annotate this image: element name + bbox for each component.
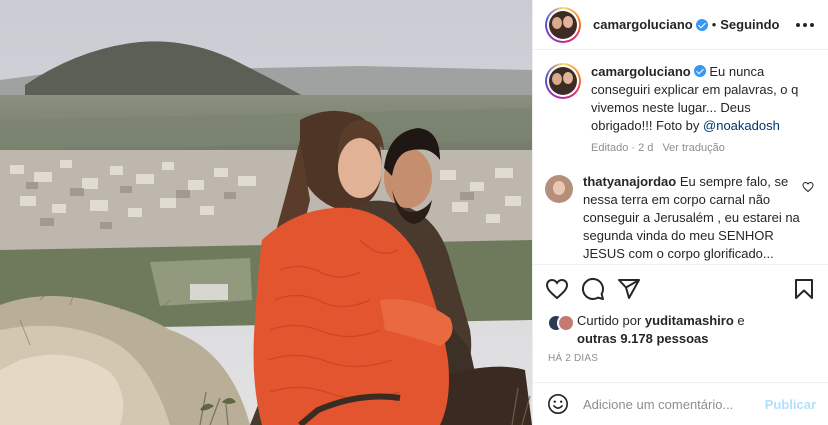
- add-comment-bar: Publicar: [533, 382, 828, 425]
- header-separator: •: [711, 17, 717, 32]
- likes-others-link[interactable]: outras 9.178 pessoas: [577, 331, 709, 346]
- commenter-avatar[interactable]: [545, 175, 573, 203]
- following-button[interactable]: Seguindo: [720, 17, 779, 32]
- comment-icon[interactable]: [581, 277, 605, 301]
- post-timestamp[interactable]: HÁ 2 DIAS: [548, 353, 598, 364]
- header-user-info: camargoluciano • Seguindo: [593, 17, 779, 32]
- caption: camargoluciano Eu nunca conseguiri expli…: [545, 63, 814, 157]
- liker-avatars: [547, 314, 577, 334]
- comments-section[interactable]: camargoluciano Eu nunca conseguiri expli…: [533, 51, 828, 264]
- verified-badge-icon: [693, 65, 706, 77]
- avatar-image: [549, 67, 577, 95]
- instagram-post: camargoluciano • Seguindo camargoluciano: [0, 0, 828, 425]
- likes-suffix: e: [733, 313, 745, 328]
- emoji-icon[interactable]: [547, 393, 569, 415]
- caption-edited: Editado · 2 d: [591, 142, 654, 154]
- share-icon[interactable]: [617, 277, 641, 301]
- header-avatar[interactable]: [545, 6, 581, 43]
- comment-like-heart-icon[interactable]: [802, 181, 814, 193]
- see-translation-link[interactable]: Ver tradução: [662, 142, 724, 154]
- likes-text: Curtido por yuditamashiro e outras 9.178…: [577, 312, 745, 348]
- caption-mention-link[interactable]: @noakadosh: [703, 118, 780, 133]
- post-side-panel: camargoluciano • Seguindo camargoluciano: [532, 0, 828, 425]
- likes-prefix: Curtido por: [577, 313, 645, 328]
- more-options-icon[interactable]: [796, 22, 814, 27]
- bookmark-icon[interactable]: [792, 277, 816, 301]
- avatar-image: [549, 10, 577, 39]
- liker-avatar: [557, 314, 575, 332]
- caption-username[interactable]: camargoluciano: [591, 64, 691, 79]
- likes-summary: Curtido por yuditamashiro e outras 9.178…: [547, 312, 817, 348]
- caption-avatar[interactable]: [545, 63, 581, 99]
- caption-body: camargoluciano Eu nunca conseguiri expli…: [591, 63, 813, 157]
- comment-item: thatyanajordao Eu sempre falo, se nessa …: [545, 173, 814, 264]
- post-header: camargoluciano • Seguindo: [533, 0, 828, 50]
- heart-icon[interactable]: [545, 277, 569, 301]
- avatar-border: [547, 65, 579, 97]
- comment-body: thatyanajordao Eu sempre falo, se nessa …: [583, 173, 811, 264]
- publish-button[interactable]: Publicar: [765, 397, 816, 412]
- post-photo[interactable]: [0, 0, 532, 425]
- header-username[interactable]: camargoluciano: [593, 17, 693, 32]
- comment-input[interactable]: [583, 396, 755, 412]
- action-bar: [533, 264, 828, 312]
- comment-username[interactable]: thatyanajordao: [583, 174, 676, 189]
- photo-scene: [0, 0, 532, 425]
- liker-username[interactable]: yuditamashiro: [645, 313, 734, 328]
- caption-meta: Editado · 2 d Ver tradução: [591, 139, 813, 157]
- avatar-border: [547, 8, 579, 41]
- verified-badge-icon: [695, 18, 708, 31]
